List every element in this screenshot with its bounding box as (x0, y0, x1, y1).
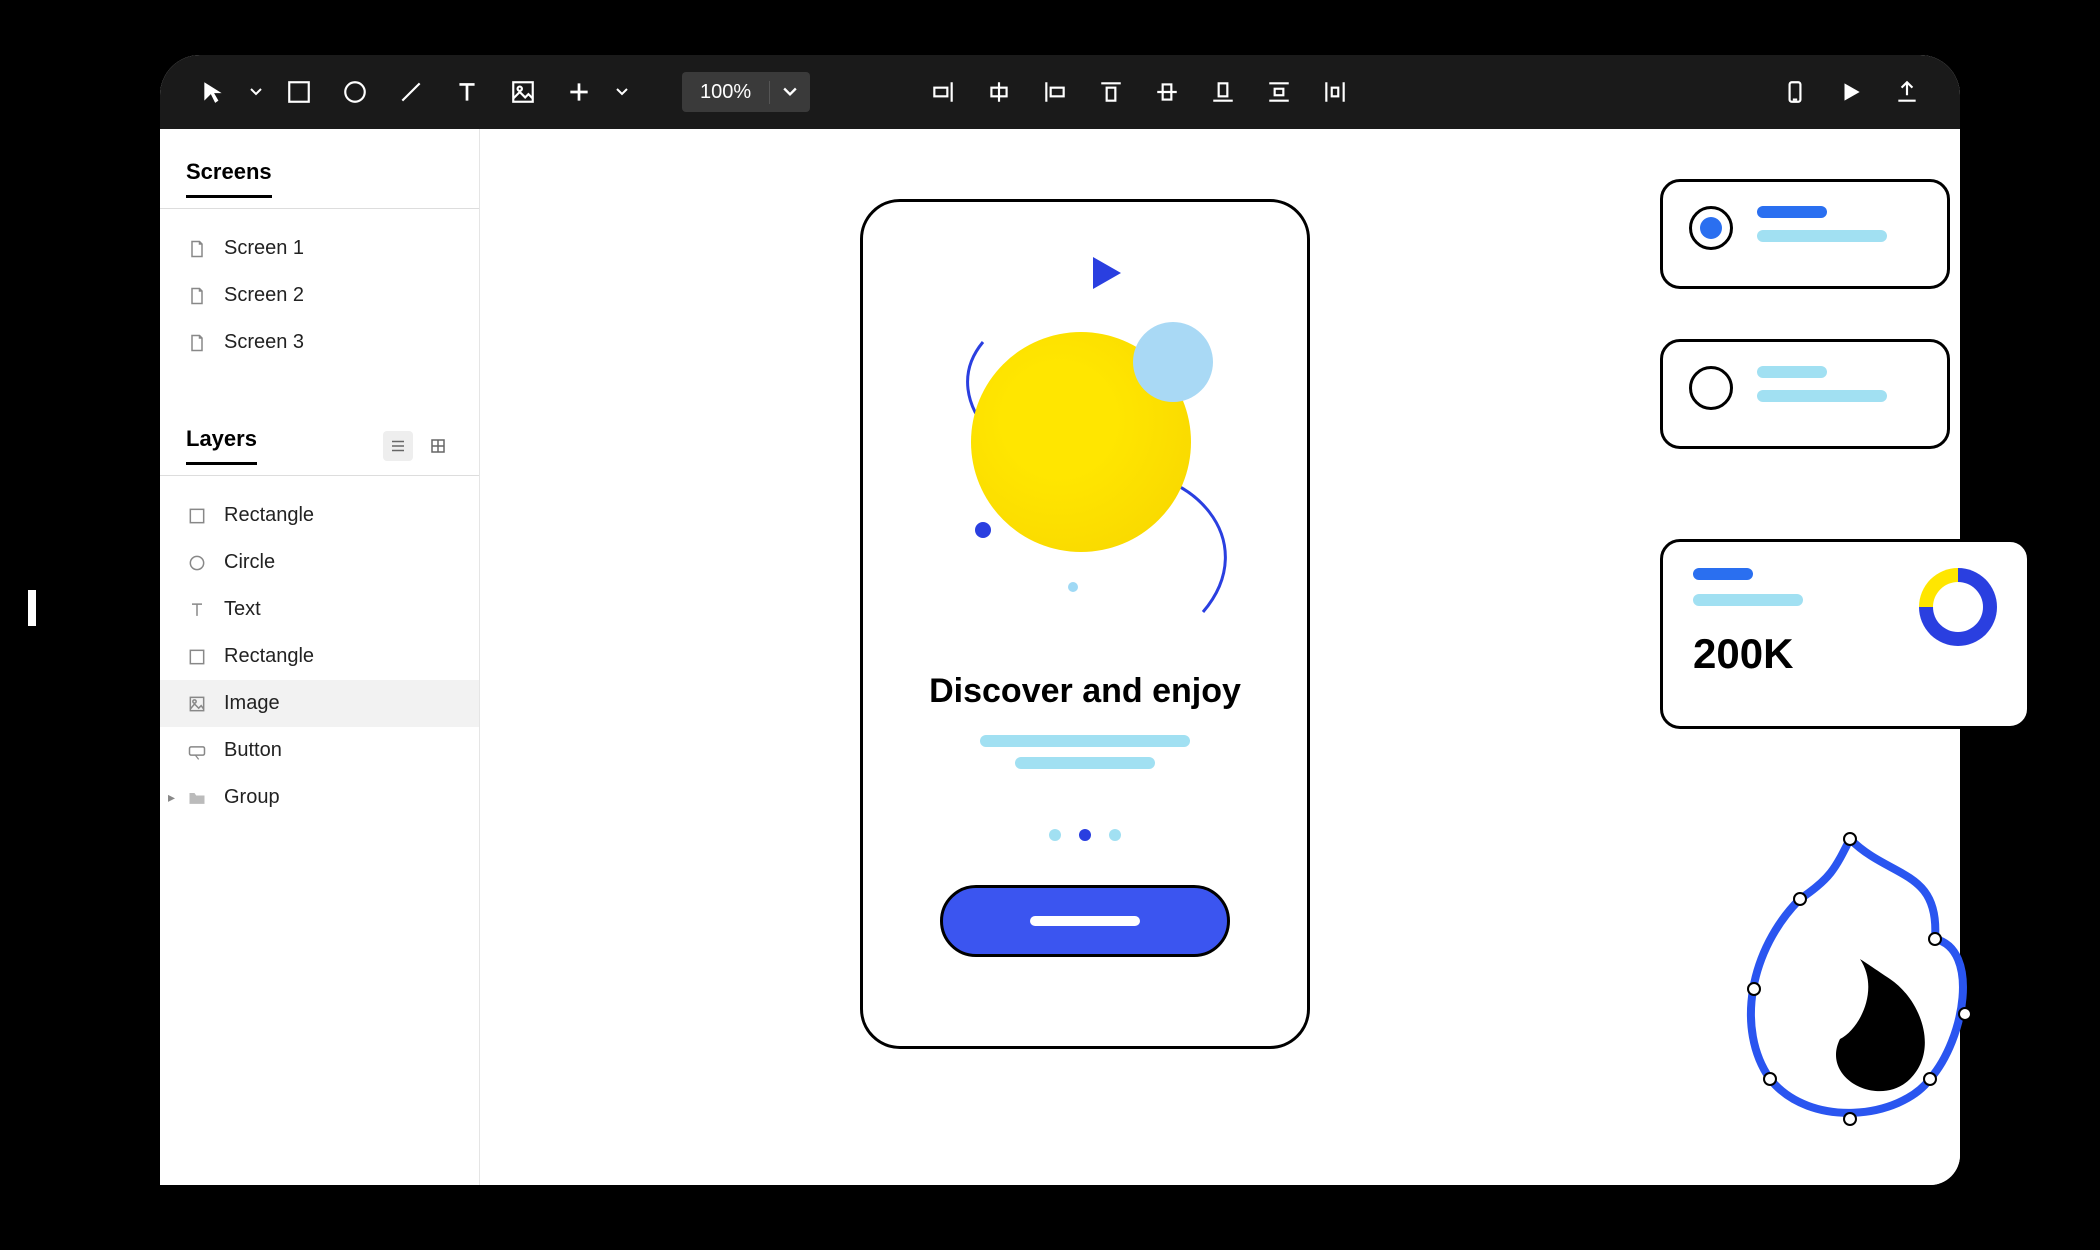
rectangle-icon (186, 505, 208, 527)
page-dot-active[interactable] (1079, 829, 1091, 841)
align-middle-v-icon[interactable] (1144, 69, 1190, 115)
layers-grid-view-icon[interactable] (423, 431, 453, 461)
page-icon (186, 238, 208, 260)
line-tool[interactable] (388, 69, 434, 115)
radio-selected[interactable] (1689, 206, 1733, 250)
phone-illustration (863, 202, 1307, 632)
phone-title: Discover and enjoy (863, 672, 1307, 711)
select-tool-dropdown[interactable] (246, 69, 266, 115)
chevron-right-icon[interactable]: ▸ (168, 789, 175, 806)
image-tool[interactable] (500, 69, 546, 115)
zoom-control[interactable]: 100% (682, 72, 810, 112)
distribute-v-icon[interactable] (1256, 69, 1302, 115)
sidebar: Screens Screen 1 Screen 2 Screen 3 Layer… (160, 129, 480, 1185)
phone-mockup[interactable]: Discover and enjoy (860, 199, 1310, 1049)
vertex-handle[interactable] (1748, 983, 1760, 995)
zoom-value: 100% (682, 81, 770, 104)
screen-label: Screen 2 (224, 284, 304, 307)
layer-item-text[interactable]: Text (160, 586, 479, 633)
page-indicator[interactable] (863, 829, 1307, 841)
donut-chart-icon (1919, 568, 1997, 646)
align-left-icon[interactable] (1032, 69, 1078, 115)
vertex-handle[interactable] (1959, 1008, 1971, 1020)
distribute-h-icon[interactable] (1312, 69, 1358, 115)
layer-label: Text (224, 598, 261, 621)
layer-label: Circle (224, 551, 275, 574)
page-icon (186, 332, 208, 354)
vertex-handle[interactable] (1794, 893, 1806, 905)
flame-inner (1836, 959, 1925, 1091)
screen-item[interactable]: Screen 3 (160, 319, 479, 366)
primary-button[interactable] (940, 885, 1230, 957)
card-text-placeholder (1757, 366, 1921, 402)
vector-shape-editing[interactable] (1740, 829, 1980, 1129)
play-triangle-icon (1093, 257, 1121, 289)
play-preview-icon[interactable] (1828, 69, 1874, 115)
align-right-icon[interactable] (920, 69, 966, 115)
layer-label: Button (224, 739, 282, 762)
stat-card[interactable]: 200K (1660, 539, 2030, 729)
radio-unselected[interactable] (1689, 366, 1733, 410)
blue-dot (975, 522, 991, 538)
card-text-placeholder (1757, 206, 1921, 242)
stat-metric: 200K (1693, 630, 1803, 678)
vertex-handle[interactable] (1844, 1113, 1856, 1125)
layer-item-rectangle[interactable]: Rectangle (160, 633, 479, 680)
option-card-selected[interactable] (1660, 179, 1950, 289)
page-dot[interactable] (1049, 829, 1061, 841)
vertex-handle[interactable] (1924, 1073, 1936, 1085)
vertex-handle[interactable] (1844, 833, 1856, 845)
page-icon (186, 285, 208, 307)
layer-item-circle[interactable]: Circle (160, 539, 479, 586)
screen-item[interactable]: Screen 2 (160, 272, 479, 319)
layer-item-group[interactable]: ▸ Group (160, 774, 479, 821)
layer-label: Rectangle (224, 504, 314, 527)
layer-label: Rectangle (224, 645, 314, 668)
rectangle-icon (186, 646, 208, 668)
text-icon (186, 599, 208, 621)
design-app-window: 100% (160, 55, 1960, 1185)
export-icon[interactable] (1884, 69, 1930, 115)
text-tool[interactable] (444, 69, 490, 115)
add-tool-dropdown[interactable] (612, 69, 632, 115)
align-center-h-icon[interactable] (976, 69, 1022, 115)
layer-item-button[interactable]: Button (160, 727, 479, 774)
stat-label-placeholder (1693, 568, 1753, 580)
screens-panel-title: Screens (186, 159, 272, 198)
light-blue-circle (1133, 322, 1213, 402)
toolbar: 100% (160, 55, 1960, 129)
layer-item-image[interactable]: Image (160, 680, 479, 727)
cyan-dot (1068, 582, 1078, 592)
circle-icon (186, 552, 208, 574)
device-preview-icon[interactable] (1772, 69, 1818, 115)
vertex-handle[interactable] (1929, 933, 1941, 945)
screen-label: Screen 1 (224, 237, 304, 260)
image-icon (186, 693, 208, 715)
layer-label: Image (224, 692, 280, 715)
vertex-handle[interactable] (1764, 1073, 1776, 1085)
phone-subtitle-placeholder (863, 735, 1307, 769)
stat-sublabel-placeholder (1693, 594, 1803, 606)
option-card[interactable] (1660, 339, 1950, 449)
screen-item[interactable]: Screen 1 (160, 225, 479, 272)
button-icon (186, 740, 208, 762)
layers-panel-title: Layers (186, 426, 257, 465)
folder-icon (186, 787, 208, 809)
add-tool[interactable] (556, 69, 602, 115)
layer-label: Group (224, 786, 280, 809)
button-label-placeholder (1030, 916, 1140, 926)
ellipse-tool[interactable] (332, 69, 378, 115)
select-tool[interactable] (190, 69, 236, 115)
text-cursor (28, 590, 36, 626)
rectangle-tool[interactable] (276, 69, 322, 115)
canvas[interactable]: Discover and enjoy (480, 129, 1960, 1185)
screen-label: Screen 3 (224, 331, 304, 354)
align-top-icon[interactable] (1088, 69, 1134, 115)
align-bottom-icon[interactable] (1200, 69, 1246, 115)
zoom-dropdown-icon[interactable] (770, 87, 810, 97)
layer-item-rectangle[interactable]: Rectangle (160, 492, 479, 539)
layers-list-view-icon[interactable] (383, 431, 413, 461)
page-dot[interactable] (1109, 829, 1121, 841)
